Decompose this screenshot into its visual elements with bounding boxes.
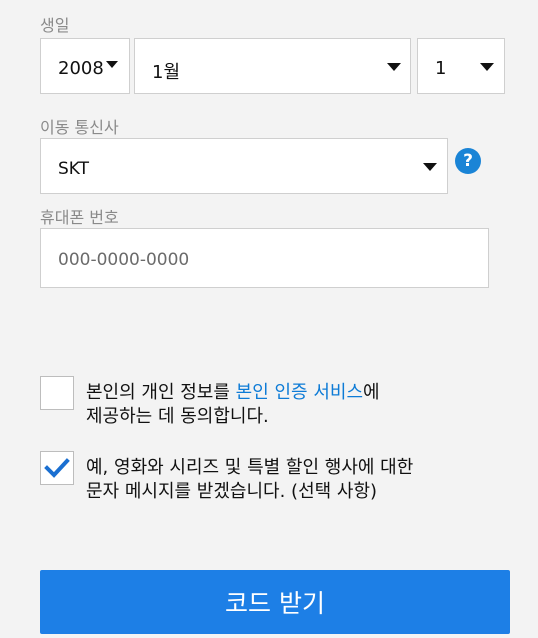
birth-month-value: 1월: [152, 62, 181, 83]
consent-marketing-text: 예, 영화와 시리즈 및 특별 할인 행사에 대한 문자 메시지를 받겠습니다.…: [86, 456, 413, 504]
consent-identity-text-after: 에: [363, 382, 380, 403]
carrier-value: SKT: [58, 159, 90, 179]
phone-field[interactable]: 000-0000-0000: [40, 228, 489, 288]
carrier-select[interactable]: SKT: [40, 138, 448, 194]
consent-marketing-line2: 문자 메시지를 받겠습니다. (선택 사항): [86, 481, 378, 502]
birth-month-select[interactable]: 1월: [134, 38, 411, 94]
consent-marketing-checkbox[interactable]: [40, 451, 74, 485]
birth-year-select[interactable]: 2008: [40, 38, 130, 94]
birth-day-value: 1: [435, 58, 447, 79]
phone-label: 휴대폰 번호: [40, 208, 119, 227]
consent-identity-checkbox[interactable]: [40, 376, 74, 410]
phone-placeholder: 000-0000-0000: [58, 250, 190, 270]
carrier-label: 이동 통신사: [40, 118, 119, 137]
get-code-button[interactable]: 코드 받기: [40, 570, 510, 634]
chevron-down-icon: [106, 61, 118, 68]
birth-day-select[interactable]: 1: [417, 38, 505, 94]
consent-marketing-line1: 예, 영화와 시리즈 및 특별 할인 행사에 대한: [86, 457, 414, 478]
consent-identity-line2: 제공하는 데 동의합니다.: [86, 406, 269, 427]
question-circle-icon[interactable]: ?: [455, 148, 481, 174]
checkmark-icon: [44, 458, 70, 478]
consent-identity-text-before: 본인의 개인 정보를: [86, 382, 236, 403]
chevron-down-icon: [423, 163, 437, 171]
chevron-down-icon: [480, 63, 494, 71]
birth-year-value: 2008: [58, 58, 104, 79]
identity-service-link[interactable]: 본인 인증 서비스: [236, 382, 363, 403]
chevron-down-icon: [387, 63, 401, 71]
birthdate-label: 생일: [40, 16, 70, 35]
consent-identity-text: 본인의 개인 정보를 본인 인증 서비스에 제공하는 데 동의합니다.: [86, 381, 380, 429]
